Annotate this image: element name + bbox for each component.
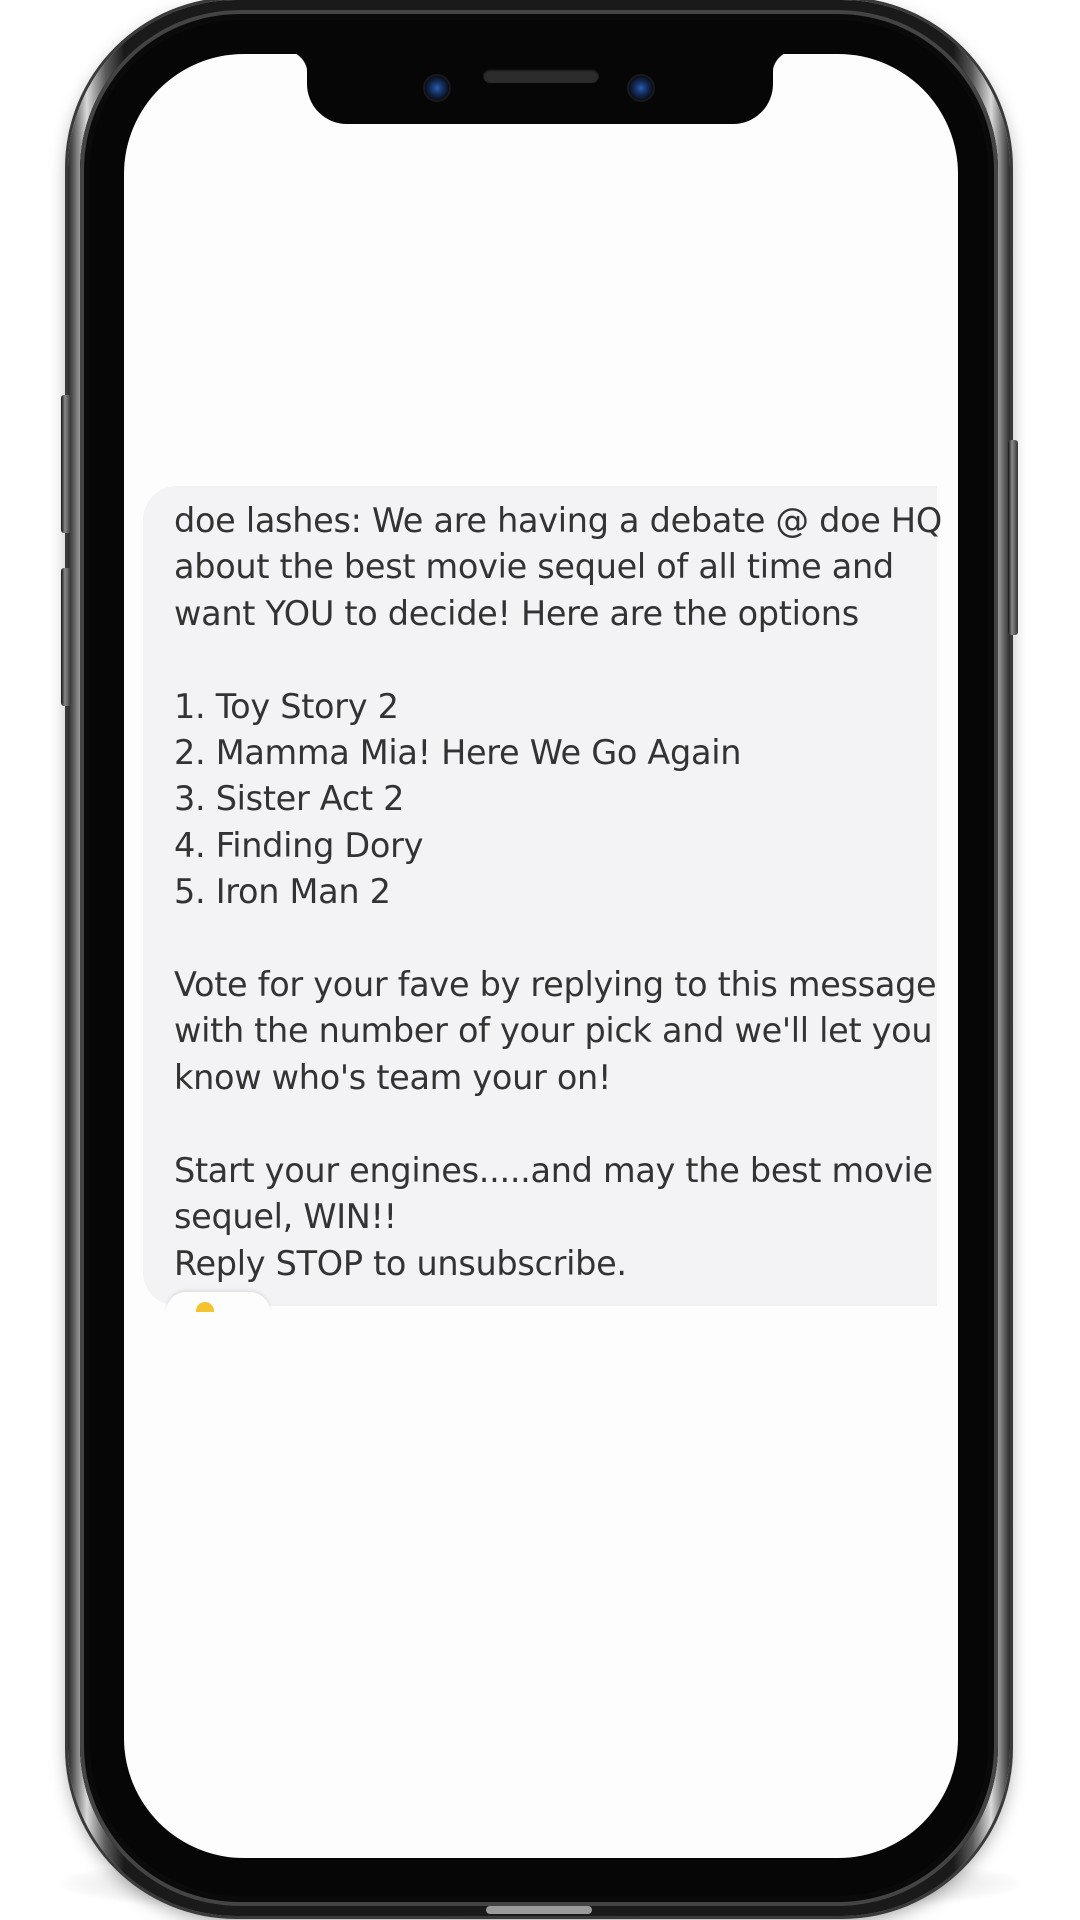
- camera-icon: [425, 76, 449, 100]
- silent-switch: [61, 395, 71, 533]
- notch: [284, 50, 796, 124]
- message-reaction[interactable]: [166, 1292, 270, 1312]
- speaker-grille: [483, 69, 599, 83]
- message-text: doe lashes: We are having a debate @ doe…: [174, 501, 942, 1283]
- sensor-icon: [629, 76, 653, 100]
- volume-button: [61, 568, 71, 706]
- emoji-reaction-icon: [196, 1302, 214, 1312]
- phone-bottom-edge: [486, 1906, 592, 1914]
- power-button: [1008, 440, 1018, 635]
